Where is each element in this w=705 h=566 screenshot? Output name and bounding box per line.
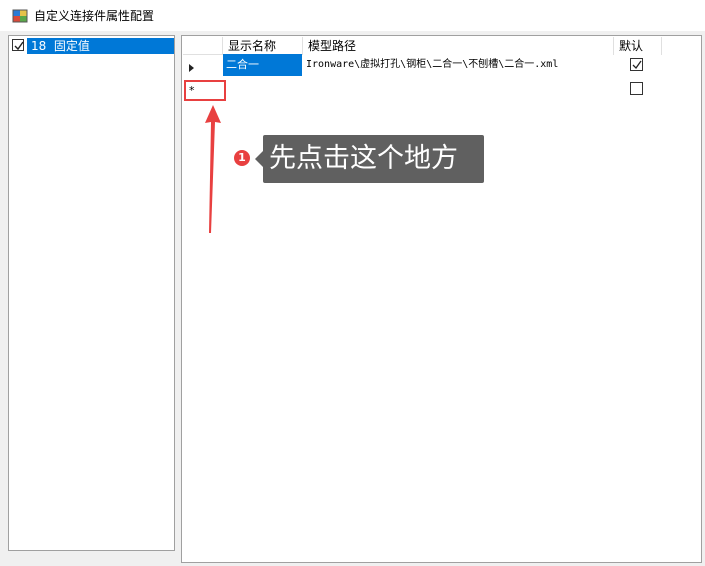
row-header-corner[interactable] bbox=[183, 37, 223, 55]
column-header-name[interactable]: 显示名称 bbox=[223, 37, 303, 55]
cell-default-checkbox[interactable] bbox=[630, 58, 643, 71]
tree-panel[interactable]: 18 固定值 bbox=[8, 35, 175, 551]
row-header-current[interactable] bbox=[183, 58, 223, 76]
arrow-up-icon bbox=[205, 105, 221, 233]
tree-item-label: 18 固定值 bbox=[27, 38, 174, 54]
checkmark-icon bbox=[14, 41, 24, 51]
tooltip-pointer bbox=[255, 151, 263, 167]
tooltip: 先点击这个地方 bbox=[263, 135, 484, 183]
window-title: 自定义连接件属性配置 bbox=[34, 9, 155, 23]
title-bar: 自定义连接件属性配置 bbox=[0, 0, 705, 31]
checkmark-icon bbox=[632, 60, 642, 70]
cell-display-name[interactable]: 二合一 bbox=[223, 54, 302, 76]
data-grid[interactable]: 显示名称 模型路径 默认 二合一 Ironware\虚拟打孔\钢柜\二合一\不刨… bbox=[181, 35, 702, 563]
app-icon bbox=[12, 8, 28, 24]
tree-item-checkbox[interactable] bbox=[12, 39, 24, 51]
column-header-default[interactable]: 默认 bbox=[614, 37, 662, 55]
new-row-default-checkbox[interactable] bbox=[630, 82, 643, 95]
tree-item[interactable]: 18 固定值 bbox=[11, 38, 174, 54]
highlight-box bbox=[184, 80, 226, 101]
current-row-arrow-icon bbox=[189, 64, 194, 72]
step-badge: 1 bbox=[234, 150, 250, 166]
column-header-path[interactable]: 模型路径 bbox=[303, 37, 614, 55]
cell-model-path[interactable]: Ironware\虚拟打孔\钢柜\二合一\不刨槽\二合一.xml bbox=[303, 54, 614, 76]
